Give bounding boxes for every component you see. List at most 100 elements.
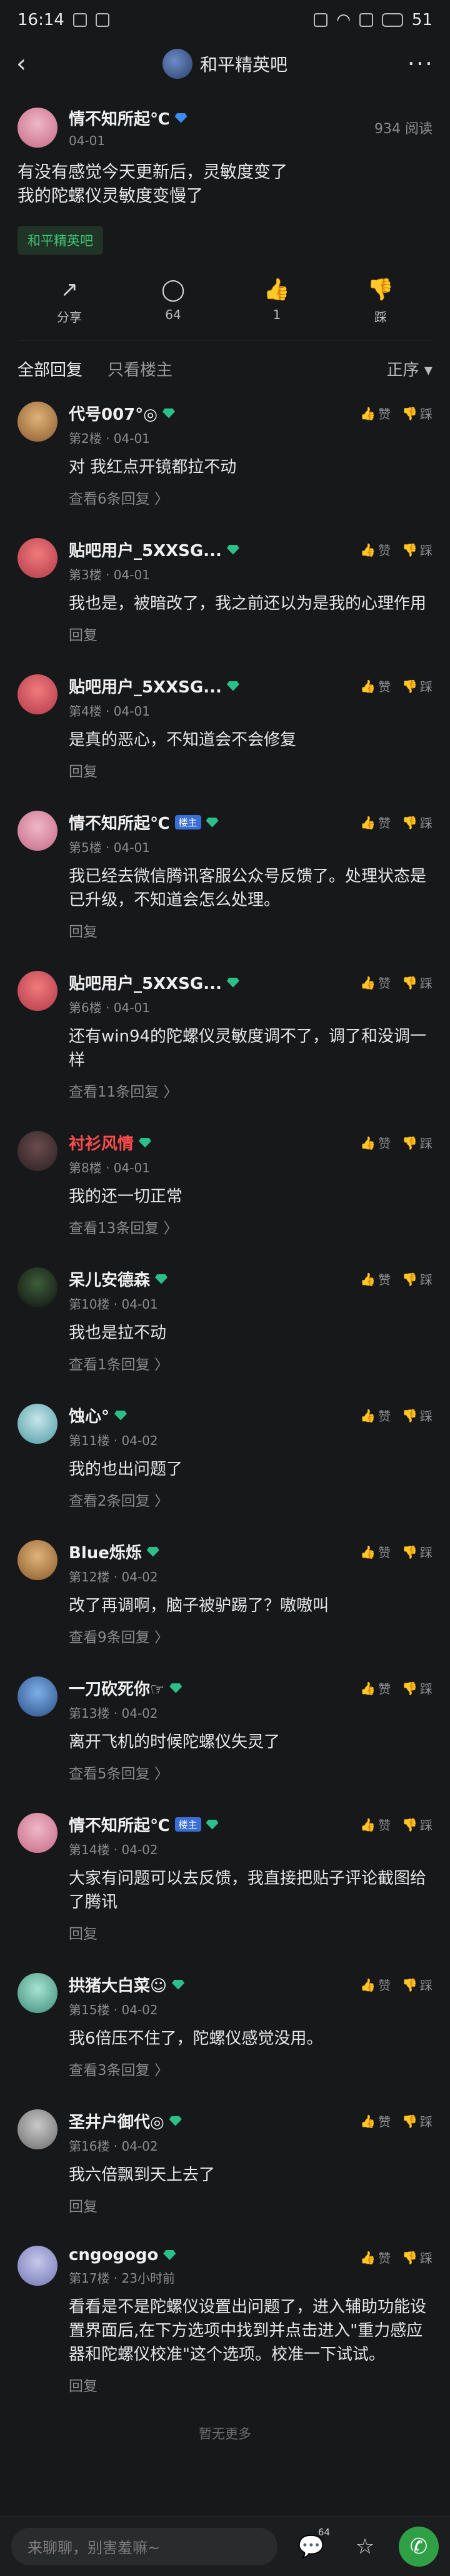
reply-sub-link[interactable]: 查看5条回复 〉 (69, 1762, 432, 1783)
reply-dislike-button[interactable]: 👎 踩 (402, 677, 432, 695)
author-avatar[interactable] (18, 107, 58, 148)
reply-sub-link[interactable]: 查看9条回复 〉 (69, 1625, 432, 1646)
reply-dislike-button[interactable]: 👎 踩 (402, 1406, 432, 1424)
reply-avatar[interactable] (18, 402, 58, 442)
reply-avatar[interactable] (18, 674, 58, 714)
reply-sub-link[interactable]: 回复 (69, 2374, 432, 2395)
like-button[interactable]: 👍 1 (239, 277, 314, 325)
reply-like-button[interactable]: 👍 赞 (360, 1975, 391, 1994)
wechat-share-button[interactable]: ✆ (399, 2526, 439, 2567)
reply-dislike-button[interactable]: 👎 踩 (402, 813, 432, 831)
forum-header[interactable]: 和平精英吧 (162, 49, 288, 79)
reply-dislike-button[interactable]: 👎 踩 (402, 1815, 432, 1833)
author-name[interactable]: 情不知所起℃ (69, 106, 188, 129)
reply-sub-link[interactable]: 查看13条回复 〉 (69, 1216, 432, 1237)
reply-sub-link[interactable]: 回复 (69, 759, 432, 781)
reply-like-button[interactable]: 👍 赞 (360, 2112, 391, 2130)
reply-sub-link[interactable]: 回复 (69, 2194, 432, 2216)
reply-username[interactable]: 圣井户御代◎ (69, 2109, 360, 2132)
reply-item[interactable]: 一刀砍死你☞ 第13楼 · 04-02 👍 赞 👎 踩 离开飞机的时候陀螺仪失灵了 … (0, 1663, 450, 1799)
reply-username[interactable]: 情不知所起℃ 楼主 (69, 1813, 360, 1836)
reply-item[interactable]: 情不知所起℃ 楼主 第14楼 · 04-02 👍 赞 👎 踩 大家有问题可以去反馈，… (0, 1799, 450, 1959)
reply-username[interactable]: 贴吧用户_5XXSG... (69, 538, 360, 561)
reply-item[interactable]: cngogogo 第17楼 · 23小时前 👍 赞 👎 踩 看看是不是陀螺仪设置出问… (0, 2232, 450, 2411)
reply-username[interactable]: 呆儿安德森 (69, 1267, 360, 1291)
reply-dislike-button[interactable]: 👎 踩 (402, 2248, 432, 2266)
reply-like-button[interactable]: 👍 赞 (360, 973, 391, 991)
reply-avatar[interactable] (18, 538, 58, 578)
reply-avatar[interactable] (18, 1676, 58, 1716)
reply-sub-link[interactable]: 查看3条回复 〉 (69, 2058, 432, 2079)
reply-username[interactable]: Blue烁烁 (69, 1540, 360, 1563)
reply-avatar[interactable] (18, 1540, 58, 1580)
reply-avatar[interactable] (18, 2246, 58, 2286)
reply-dislike-button[interactable]: 👎 踩 (402, 1270, 432, 1288)
reply-sub-link[interactable]: 查看11条回复 〉 (69, 1080, 432, 1101)
reply-sub-link[interactable]: 回复 (69, 623, 432, 644)
reply-item[interactable]: 贴吧用户_5XXSG... 第6楼 · 04-01 👍 赞 👎 踩 还有win94的… (0, 957, 450, 1117)
reply-input[interactable]: 来聊聊，别害羞嘛~ (11, 2527, 278, 2565)
reply-item[interactable]: 贴吧用户_5XXSG... 第4楼 · 04-01 👍 赞 👎 踩 是真的恶心，不知… (0, 661, 450, 797)
reply-dislike-button[interactable]: 👎 踩 (402, 404, 432, 422)
reply-sub-link[interactable]: 回复 (69, 920, 432, 941)
reply-username[interactable]: 拱猪大白菜☺ (69, 1973, 360, 1996)
more-icon[interactable]: ··· (396, 50, 434, 78)
reply-like-button[interactable]: 👍 赞 (360, 813, 391, 831)
tab-all-replies[interactable]: 全部回复 (18, 357, 82, 380)
reply-like-button[interactable]: 👍 赞 (360, 1679, 391, 1697)
reply-avatar[interactable] (18, 1813, 58, 1853)
favorite-button[interactable]: ☆ (345, 2527, 385, 2567)
share-button[interactable]: ↗ 分享 (32, 277, 107, 325)
reply-like-button[interactable]: 👍 赞 (360, 1133, 391, 1152)
forum-tag[interactable]: 和平精英吧 (18, 226, 103, 255)
reply-username[interactable]: cngogogo (69, 2246, 360, 2264)
reply-avatar[interactable] (18, 811, 58, 851)
tab-only-author[interactable]: 只看楼主 (108, 357, 172, 380)
reply-username[interactable]: 蚀心° (69, 1404, 360, 1427)
reply-sub-link[interactable]: 查看6条回复 〉 (69, 487, 432, 508)
reply-username[interactable]: 贴吧用户_5XXSG... (69, 971, 360, 994)
reply-dislike-button[interactable]: 👎 踩 (402, 1679, 432, 1697)
reply-avatar[interactable] (18, 1131, 58, 1171)
dislike-button[interactable]: 👎 踩 (343, 277, 418, 325)
reply-item[interactable]: 圣井户御代◎ 第16楼 · 04-02 👍 赞 👎 踩 我六倍飘到天上去了 回复 (0, 2096, 450, 2232)
reply-username[interactable]: 衬衫风情 (69, 1131, 360, 1154)
reply-avatar[interactable] (18, 1404, 58, 1444)
reply-item[interactable]: 呆儿安德森 第10楼 · 04-01 👍 赞 👎 踩 我也是拉不动 查看1条回复 〉 (0, 1254, 450, 1390)
reply-dislike-button[interactable]: 👎 踩 (402, 1975, 432, 1994)
reply-avatar[interactable] (18, 1973, 58, 2013)
reply-dislike-button[interactable]: 👎 踩 (402, 1133, 432, 1152)
comment-button[interactable]: ◯ 64 (136, 277, 211, 325)
reply-item[interactable]: 衬衫风情 第8楼 · 04-01 👍 赞 👎 踩 我的还一切正常 查看13条回复 〉 (0, 1117, 450, 1254)
reply-item[interactable]: 贴吧用户_5XXSG... 第3楼 · 04-01 👍 赞 👎 踩 我也是，被暗改了… (0, 524, 450, 661)
reply-avatar[interactable] (18, 1267, 58, 1307)
reply-username[interactable]: 贴吧用户_5XXSG... (69, 674, 360, 697)
reply-item[interactable]: 代号007°◎ 第2楼 · 04-01 👍 赞 👎 踩 对 我红点开镜都拉不动 查看… (0, 388, 450, 524)
comments-button[interactable]: 💬 64 (291, 2527, 331, 2567)
reply-sub-link[interactable]: 查看2条回复 〉 (69, 1489, 432, 1510)
reply-like-button[interactable]: 👍 赞 (360, 404, 391, 422)
reply-like-button[interactable]: 👍 赞 (360, 2248, 391, 2266)
reply-dislike-button[interactable]: 👎 踩 (402, 540, 432, 559)
reply-username[interactable]: 一刀砍死你☞ (69, 1676, 360, 1700)
reply-item[interactable]: 拱猪大白菜☺ 第15楼 · 04-02 👍 赞 👎 踩 我6倍压不住了，陀螺仪感觉没… (0, 1959, 450, 2096)
reply-like-button[interactable]: 👍 赞 (360, 540, 391, 559)
reply-like-button[interactable]: 👍 赞 (360, 1815, 391, 1833)
reply-like-button[interactable]: 👍 赞 (360, 677, 391, 695)
reply-item[interactable]: Blue烁烁 第12楼 · 04-02 👍 赞 👎 踩 改了再调啊，脑子被驴踢了？嗷… (0, 1526, 450, 1663)
reply-like-button[interactable]: 👍 赞 (360, 1406, 391, 1424)
reply-avatar[interactable] (18, 971, 58, 1011)
reply-dislike-button[interactable]: 👎 踩 (402, 973, 432, 991)
reply-username[interactable]: 代号007°◎ (69, 402, 360, 425)
reply-sub-link[interactable]: 查看1条回复 〉 (69, 1352, 432, 1374)
reply-item[interactable]: 情不知所起℃ 楼主 第5楼 · 04-01 👍 赞 👎 踩 我已经去微信腾讯客服公众… (0, 797, 450, 957)
reply-sub-link[interactable]: 回复 (69, 1922, 432, 1943)
reply-username[interactable]: 情不知所起℃ 楼主 (69, 811, 360, 834)
reply-dislike-button[interactable]: 👎 踩 (402, 2112, 432, 2130)
reply-avatar[interactable] (18, 2109, 58, 2149)
back-icon[interactable]: ‹ (16, 49, 54, 78)
reply-like-button[interactable]: 👍 赞 (360, 1543, 391, 1561)
reply-like-button[interactable]: 👍 赞 (360, 1270, 391, 1288)
reply-item[interactable]: 蚀心° 第11楼 · 04-02 👍 赞 👎 踩 我的也出问题了 查看2条回复 〉 (0, 1390, 450, 1526)
sort-dropdown[interactable]: 正序 ▾ (387, 357, 432, 380)
